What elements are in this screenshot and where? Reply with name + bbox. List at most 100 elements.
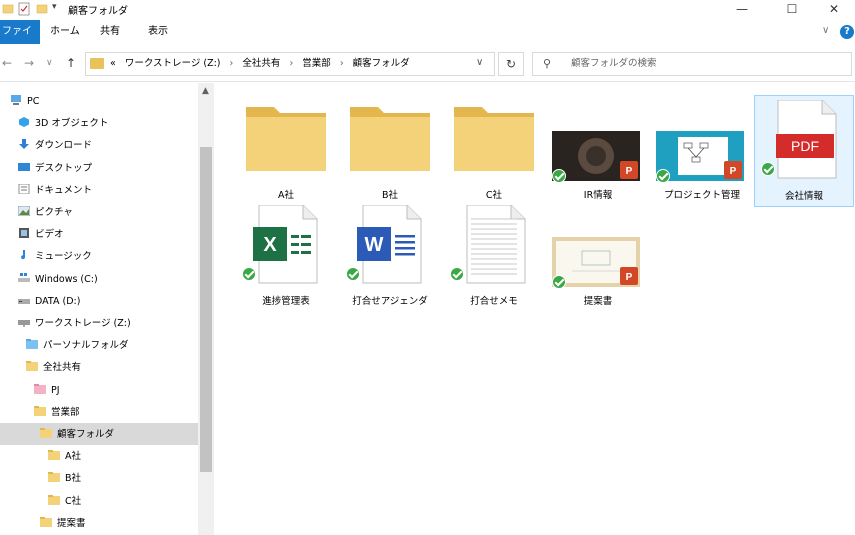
docx-file-tile[interactable]: W 打合せアジェンダ — [340, 201, 440, 313]
sync-status-check-icon — [450, 267, 464, 281]
desktop-icon — [18, 159, 30, 171]
tree-item[interactable]: ミュージック — [18, 246, 92, 268]
back-button[interactable]: ← — [2, 56, 12, 70]
folder-tile[interactable]: C社 — [444, 95, 544, 207]
breadcrumb-item[interactable]: 顧客フォルダ — [353, 58, 410, 69]
breadcrumb-separator[interactable]: › — [340, 58, 344, 69]
svg-text:P: P — [626, 166, 633, 177]
tree-item-label: 提案書 — [57, 517, 86, 529]
folder-pink-icon — [34, 381, 46, 394]
sync-status-check-icon — [552, 169, 566, 183]
file-name-label: IR情報 — [583, 190, 613, 201]
breadcrumb-item[interactable]: ワークストレージ (Z:) — [125, 58, 221, 69]
breadcrumb-separator[interactable]: › — [230, 58, 234, 69]
tree-item[interactable]: ドキュメント — [18, 180, 92, 202]
tree-item[interactable]: PJ — [34, 380, 60, 402]
breadcrumb-overflow[interactable]: « — [110, 58, 116, 69]
refresh-button[interactable]: ↻ — [498, 52, 524, 76]
tree-item[interactable]: 顧客フォルダ — [40, 424, 114, 446]
tree-item[interactable]: A社 — [48, 446, 81, 468]
tree-item-label: ドキュメント — [35, 184, 93, 196]
tab-file[interactable]: ファイル — [0, 20, 40, 61]
new-folder-icon[interactable] — [36, 2, 48, 16]
pptx-file-tile[interactable]: P 提案書 — [548, 201, 648, 313]
tree-item-label: PJ — [51, 384, 60, 396]
close-button[interactable]: ✕ — [812, 0, 855, 18]
tree-item[interactable]: PC — [10, 91, 39, 113]
tree-item[interactable]: ワークストレージ (Z:) — [18, 313, 131, 335]
tree-item-label: C社 — [65, 495, 82, 507]
properties-icon[interactable] — [18, 2, 30, 16]
file-list: A社 B社 C社 P IR情報 P プロジェクト管理 PDF 会社情報 X 進捗… — [216, 83, 855, 535]
tree-item[interactable]: デスクトップ — [18, 158, 92, 180]
file-name-label: 打合せメモ — [470, 296, 518, 307]
search-input[interactable]: 顧客フォルダの検索 — [571, 53, 657, 75]
folder-icon[interactable] — [2, 2, 14, 16]
video-icon — [18, 225, 30, 239]
file-name-label: 進捗管理表 — [262, 296, 310, 307]
pptx-file-tile[interactable]: P プロジェクト管理 — [652, 95, 752, 207]
breadcrumb-item[interactable]: 全社共有 — [242, 58, 280, 69]
tree-item[interactable]: ピクチャ — [17, 202, 73, 224]
tab-view[interactable]: 表示 — [140, 20, 176, 44]
text-file-tile[interactable]: 打合せメモ — [444, 201, 544, 313]
tree-item[interactable]: 提案書 — [40, 513, 86, 535]
folder-icon — [48, 469, 60, 483]
tree-item-label: 全社共有 — [43, 362, 82, 374]
svg-text:PDF: PDF — [791, 138, 819, 154]
sync-status-check-icon — [242, 267, 256, 281]
xlsx-file-tile[interactable]: X 進捗管理表 — [236, 201, 336, 313]
tree-item-label: ビデオ — [35, 229, 64, 241]
tree-item[interactable]: Windows (C:) — [18, 269, 98, 291]
help-icon[interactable]: ? — [840, 25, 854, 39]
maximize-button[interactable]: ☐ — [770, 0, 814, 18]
quick-access-dropdown[interactable]: ▾ — [52, 2, 57, 16]
tab-share[interactable]: 共有 — [92, 20, 128, 44]
tree-item[interactable]: C社 — [48, 491, 81, 513]
tree-item[interactable]: DATA (D:) — [18, 291, 80, 313]
tree-item[interactable]: 営業部 — [34, 402, 80, 424]
tree-item-label: ワークストレージ (Z:) — [35, 318, 131, 329]
scroll-up-arrow[interactable]: ▲ — [202, 86, 209, 96]
up-button[interactable]: ↑ — [66, 56, 76, 70]
tree-item-label: B社 — [65, 473, 82, 485]
window-title: 顧客フォルダ — [68, 6, 128, 17]
tree-item[interactable]: ダウンロード — [18, 135, 92, 157]
tree-item-label: A社 — [65, 451, 81, 463]
tree-item[interactable]: ビデオ — [18, 224, 64, 246]
pictures-icon — [17, 203, 31, 217]
windows-drive-icon — [18, 270, 30, 282]
pptx-file-tile[interactable]: P IR情報 — [548, 95, 648, 207]
music-icon — [18, 247, 30, 260]
forward-button[interactable]: → — [24, 56, 34, 70]
recent-locations-button[interactable]: ∨ — [46, 58, 53, 68]
tree-item[interactable]: パーソナルフォルダ — [26, 335, 129, 357]
tree-item[interactable]: 全社共有 — [26, 357, 81, 379]
scrollbar-thumb[interactable] — [200, 147, 212, 472]
tree-item[interactable]: 3D オブジェクト — [18, 113, 108, 135]
navigation-pane: PC 3D オブジェクト ダウンロードデスクトップドキュメント ピクチャビデオミュージ… — [0, 83, 215, 535]
svg-text:W: W — [365, 234, 384, 256]
folder-tile[interactable]: A社 — [236, 95, 336, 207]
tree-item[interactable]: B社 — [48, 468, 81, 490]
tree-item-label: ダウンロード — [35, 140, 93, 152]
tree-item-label: PC — [27, 96, 40, 107]
breadcrumb-separator[interactable]: › — [289, 58, 293, 69]
ribbon-collapse-icon[interactable]: ∨ — [822, 25, 829, 36]
address-bar[interactable]: « ワークストレージ (Z:) › 全社共有 › 営業部 › 顧客フォルダ ∨ — [85, 52, 495, 76]
search-box[interactable]: ⚲ 顧客フォルダの検索 — [532, 52, 852, 76]
tab-home[interactable]: ホーム — [42, 20, 88, 44]
minimize-button[interactable]: — — [720, 0, 764, 18]
folder-icon — [34, 403, 46, 416]
address-dropdown[interactable]: ∨ — [476, 57, 483, 68]
svg-text:P: P — [626, 272, 633, 283]
pdf-file-tile[interactable]: PDF 会社情報 — [754, 95, 854, 207]
folder-tile[interactable]: B社 — [340, 95, 440, 207]
file-name-label: 会社情報 — [784, 191, 823, 202]
pc-icon — [10, 92, 22, 105]
tree-item-label: パーソナルフォルダ — [43, 340, 129, 352]
breadcrumb-item[interactable]: 営業部 — [302, 58, 331, 69]
tree-item-label: 3D オブジェクト — [35, 118, 109, 130]
folder-icon — [48, 492, 60, 505]
tree-item-label: ピクチャ — [35, 207, 73, 218]
